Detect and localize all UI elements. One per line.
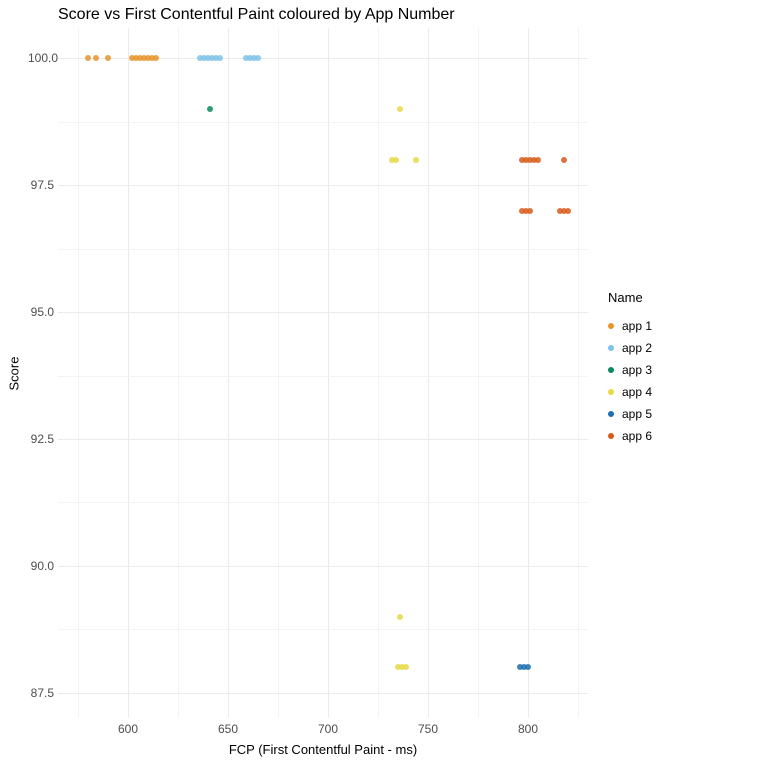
grid-h-minor [58, 629, 588, 630]
legend-item: app 3 [608, 359, 652, 381]
grid-h-minor [58, 502, 588, 503]
grid-v-minor [478, 28, 479, 718]
chart-container: Score vs First Contentful Paint coloured… [0, 0, 765, 761]
grid-v [528, 28, 529, 718]
grid-h-minor [58, 249, 588, 250]
data-point [105, 55, 111, 61]
x-tick-label: 800 [518, 722, 538, 736]
x-tick-label: 750 [418, 722, 438, 736]
y-tick-label: 100.0 [28, 51, 54, 65]
y-tick-label: 90.0 [28, 559, 54, 573]
legend: Name app 1 app 2 app 3 app 4 app 5 app 6 [608, 290, 652, 447]
data-point [403, 664, 409, 670]
x-tick-label: 650 [218, 722, 238, 736]
x-tick-label: 700 [318, 722, 338, 736]
legend-item: app 2 [608, 337, 652, 359]
y-axis-label: Score [6, 28, 22, 718]
grid-v-minor [378, 28, 379, 718]
grid-v [428, 28, 429, 718]
legend-item: app 4 [608, 381, 652, 403]
y-tick-label: 87.5 [28, 686, 54, 700]
legend-item: app 6 [608, 425, 652, 447]
grid-h-minor [58, 376, 588, 377]
data-point [535, 157, 541, 163]
grid-h [58, 439, 588, 440]
data-point [413, 157, 419, 163]
grid-v-minor [178, 28, 179, 718]
data-point [207, 106, 213, 112]
grid-v [128, 28, 129, 718]
legend-title: Name [608, 290, 652, 305]
data-point [85, 55, 91, 61]
legend-swatch [608, 389, 614, 395]
legend-label: app 3 [622, 363, 652, 377]
grid-h [58, 566, 588, 567]
grid-v-minor [278, 28, 279, 718]
data-point [565, 208, 571, 214]
grid-h [58, 185, 588, 186]
data-point [397, 614, 403, 620]
legend-label: app 5 [622, 407, 652, 421]
data-point [527, 208, 533, 214]
legend-swatch [608, 411, 614, 417]
legend-swatch [608, 367, 614, 373]
grid-h [58, 312, 588, 313]
data-point [393, 157, 399, 163]
data-point [217, 55, 223, 61]
data-point [255, 55, 261, 61]
data-point [525, 664, 531, 670]
data-point [397, 106, 403, 112]
y-tick-label: 92.5 [28, 432, 54, 446]
grid-v [228, 28, 229, 718]
legend-item: app 1 [608, 315, 652, 337]
plot-area [58, 28, 588, 718]
legend-label: app 1 [622, 319, 652, 333]
legend-swatch [608, 433, 614, 439]
legend-item: app 5 [608, 403, 652, 425]
chart-title: Score vs First Contentful Paint coloured… [58, 6, 455, 24]
legend-label: app 6 [622, 429, 652, 443]
grid-v-minor [78, 28, 79, 718]
legend-swatch [608, 323, 614, 329]
data-point [93, 55, 99, 61]
legend-label: app 4 [622, 385, 652, 399]
grid-v [328, 28, 329, 718]
data-point [561, 157, 567, 163]
grid-v-minor [578, 28, 579, 718]
y-tick-label: 97.5 [28, 178, 54, 192]
grid-h-minor [58, 122, 588, 123]
legend-swatch [608, 345, 614, 351]
data-point [153, 55, 159, 61]
y-tick-label: 95.0 [28, 305, 54, 319]
x-tick-label: 600 [118, 722, 138, 736]
grid-h [58, 693, 588, 694]
x-axis-label: FCP (First Contentful Paint - ms) [58, 742, 588, 757]
legend-label: app 2 [622, 341, 652, 355]
